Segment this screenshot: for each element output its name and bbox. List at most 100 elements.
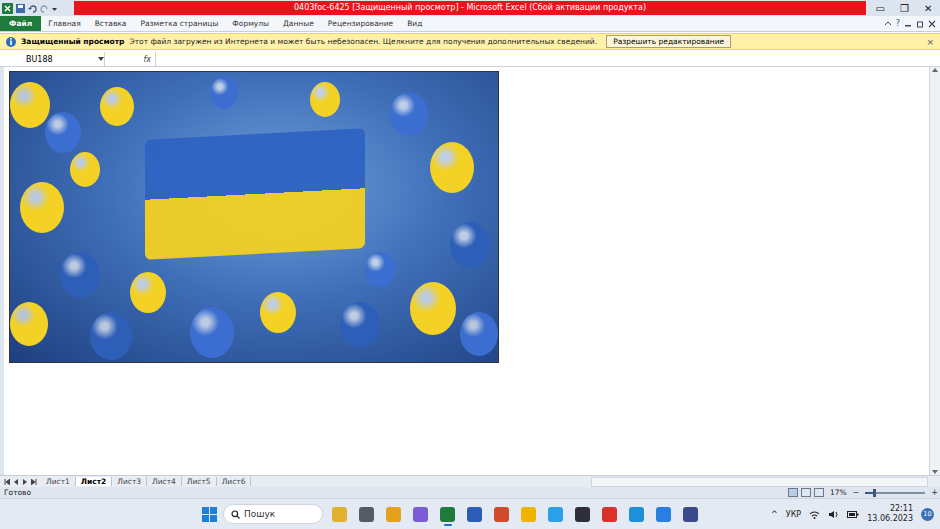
next-sheet-icon[interactable] xyxy=(22,479,28,485)
zoom-out-button[interactable]: − xyxy=(853,488,860,497)
undo-icon[interactable] xyxy=(28,4,37,13)
window-close-icon[interactable] xyxy=(928,20,936,28)
excel-logo-icon xyxy=(2,3,13,14)
battery-icon[interactable] xyxy=(847,510,859,519)
status-text: Готово xyxy=(4,488,31,497)
minimize-ribbon-icon[interactable] xyxy=(884,20,892,28)
enable-editing-button[interactable]: Разрешить редактирование xyxy=(606,35,731,48)
protected-view-title: Защищенный просмотр xyxy=(21,37,124,46)
ribbon-tab[interactable]: Вставка xyxy=(88,16,134,31)
formula-input[interactable] xyxy=(155,52,940,66)
protected-view-bar: Защищенный просмотр Этот файл загружен из… xyxy=(0,33,940,50)
taskbar-app-icon[interactable] xyxy=(383,502,404,526)
taskbar-app-icon[interactable] xyxy=(437,502,458,526)
sheet-tab[interactable]: Лист5 xyxy=(182,477,217,486)
sheet-tab[interactable]: Лист2 xyxy=(76,477,113,486)
vertical-scrollbar[interactable] xyxy=(929,67,940,475)
sheet-tabs-bar: Лист1Лист2Лист3Лист4Лист5Лист6 xyxy=(0,475,940,487)
sheet-tab[interactable]: Лист6 xyxy=(217,477,252,486)
horizontal-scrollbar[interactable] xyxy=(591,477,928,487)
taskbar-app-icon[interactable] xyxy=(329,502,350,526)
balloon-shape xyxy=(365,252,395,287)
ribbon-tab[interactable]: Формулы xyxy=(225,16,276,31)
help-button[interactable]: ? xyxy=(896,19,900,28)
title-bar: 0403foc-6425 [Защищенный просмотр] - Mic… xyxy=(0,0,940,16)
window-restore-icon[interactable] xyxy=(916,20,924,28)
wifi-icon[interactable] xyxy=(809,510,820,519)
clock-time[interactable]: 22:11 xyxy=(890,504,913,514)
customize-toolbar-icon[interactable] xyxy=(52,4,57,13)
page-break-icon[interactable] xyxy=(814,488,824,497)
name-box[interactable]: BU188 xyxy=(0,52,105,66)
taskbar-app-icon[interactable] xyxy=(356,502,377,526)
last-sheet-icon[interactable] xyxy=(31,479,37,485)
taskbar-app-icon[interactable] xyxy=(491,502,512,526)
balloon-shape xyxy=(10,302,48,346)
taskbar-app-icon[interactable] xyxy=(545,502,566,526)
insert-function-button[interactable]: fx xyxy=(143,55,151,64)
speaker-icon[interactable] xyxy=(828,510,839,519)
quick-access-toolbar xyxy=(2,3,72,14)
redo-icon[interactable] xyxy=(40,4,49,13)
taskbar-app-icon[interactable] xyxy=(464,502,485,526)
prev-sheet-icon[interactable] xyxy=(13,479,19,485)
sheet-tab[interactable]: Лист3 xyxy=(112,477,147,486)
first-sheet-icon[interactable] xyxy=(4,479,10,485)
name-box-value[interactable]: BU188 xyxy=(26,55,53,64)
protected-view-message[interactable]: Этот файл загружен из Интернета и может … xyxy=(129,37,597,46)
sheet-tab[interactable]: Лист1 xyxy=(41,477,76,486)
close-bar-button[interactable]: × xyxy=(926,37,934,47)
taskbar-app-icon[interactable] xyxy=(572,502,593,526)
zoom-level[interactable]: 17% xyxy=(830,488,847,497)
balloon-shape xyxy=(340,302,380,348)
info-icon xyxy=(6,37,16,47)
ribbon-tab[interactable]: Данные xyxy=(276,16,321,31)
scroll-up-icon[interactable] xyxy=(932,67,938,73)
zoom-in-button[interactable]: + xyxy=(931,488,938,497)
start-button-icon[interactable] xyxy=(202,507,217,522)
taskbar: Пошук ^ УКР 22:1113.06.2023 10 xyxy=(0,498,940,529)
taskbar-app-icon[interactable] xyxy=(599,502,620,526)
taskbar-app-icon[interactable] xyxy=(518,502,539,526)
zoom-slider[interactable] xyxy=(865,492,925,494)
view-buttons xyxy=(788,488,824,497)
balloon-shape xyxy=(430,142,474,193)
dropdown-icon[interactable] xyxy=(98,56,104,62)
balloon-shape xyxy=(70,152,100,187)
worksheet[interactable] xyxy=(0,67,929,475)
balloon-shape xyxy=(45,112,81,153)
balloon-shape xyxy=(10,82,50,128)
sheet-tab[interactable]: Лист4 xyxy=(147,477,182,486)
close-button[interactable]: ✕ xyxy=(920,3,936,14)
clock[interactable]: 22:1113.06.2023 xyxy=(867,504,913,524)
window-min-icon[interactable] xyxy=(904,20,912,28)
balloon-shape xyxy=(410,282,456,335)
search-placeholder[interactable]: Пошук xyxy=(244,509,275,519)
ribbon-tab[interactable]: Файл xyxy=(0,16,41,31)
balloon-shape xyxy=(100,87,134,126)
page-layout-icon[interactable] xyxy=(801,488,811,497)
ribbon-tab[interactable]: Главная xyxy=(41,16,87,31)
language-indicator[interactable]: УКР xyxy=(786,510,801,519)
taskbar-app-icon[interactable] xyxy=(626,502,647,526)
save-icon[interactable] xyxy=(16,4,25,13)
restore-button[interactable]: ❐ xyxy=(896,3,913,14)
ribbon-tab[interactable]: Рецензирование xyxy=(321,16,400,31)
tray-overflow-button[interactable]: ^ xyxy=(771,510,778,519)
embedded-picture[interactable] xyxy=(9,71,499,363)
taskbar-app-icon[interactable] xyxy=(410,502,431,526)
balloon-shape xyxy=(20,182,64,233)
notification-badge[interactable]: 10 xyxy=(921,508,934,521)
taskbar-search[interactable]: Пошук xyxy=(223,504,323,524)
normal-view-icon[interactable] xyxy=(788,488,798,497)
window-title: 0403foc-6425 [Защищенный просмотр] - Mic… xyxy=(74,1,866,15)
balloon-shape xyxy=(460,312,498,356)
ribbon-tabs: ФайлГлавнаяВставкаРазметка страницыФорму… xyxy=(0,16,940,32)
ribbon-tab[interactable]: Вид xyxy=(400,16,429,31)
minimize-button[interactable]: ▭ xyxy=(872,3,889,14)
clock-date[interactable]: 13.06.2023 xyxy=(867,514,913,524)
ribbon-tab[interactable]: Разметка страницы xyxy=(133,16,225,31)
taskbar-app-icon[interactable] xyxy=(680,502,701,526)
zoom-knob[interactable] xyxy=(873,489,876,497)
taskbar-app-icon[interactable] xyxy=(653,502,674,526)
